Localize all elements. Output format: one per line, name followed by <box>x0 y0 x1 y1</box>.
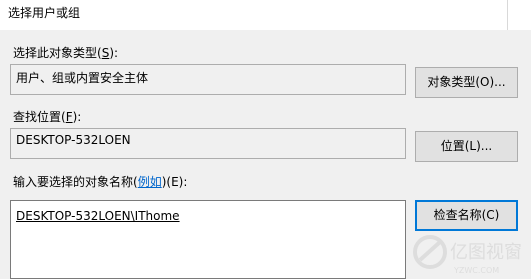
watermark-text: 亿图视窗 <box>450 242 522 263</box>
object-type-label-prefix: 选择此对象类型( <box>13 46 102 60</box>
location-label: 查找位置(F): <box>13 108 81 125</box>
object-types-button[interactable]: 对象类型(O)... <box>415 67 518 98</box>
location-label-key: F <box>65 110 73 124</box>
check-names-button[interactable]: 检查名称(C) <box>415 200 518 231</box>
title-bar: 选择用户或组 <box>0 0 531 30</box>
location-label-prefix: 查找位置( <box>13 110 66 124</box>
object-names-value: DESKTOP-532LOEN\IThome <box>16 209 180 223</box>
object-names-label-prefix: 输入要选择的对象名称( <box>13 175 138 189</box>
select-users-dialog: 选择用户或组 选择此对象类型(S): 用户、组或内置安全主体 对象类型(O)..… <box>0 0 531 279</box>
object-type-field: 用户、组或内置安全主体 <box>10 64 406 95</box>
object-names-input[interactable]: DESKTOP-532LOEN\IThome <box>10 200 406 279</box>
location-label-suffix: ): <box>72 110 82 124</box>
object-type-label-suffix: ): <box>109 46 119 60</box>
object-names-label-suffix: )(E): <box>161 175 188 189</box>
locations-button[interactable]: 位置(L)... <box>415 131 518 162</box>
location-field: DESKTOP-532LOEN <box>10 128 406 159</box>
examples-link[interactable]: 例如 <box>138 175 162 189</box>
object-type-label: 选择此对象类型(S): <box>13 44 118 61</box>
watermark-logo: 亿图视窗 YZWC.COM <box>413 235 522 275</box>
dialog-title: 选择用户或组 <box>8 6 81 20</box>
watermark-sub: YZWC.COM <box>453 266 499 275</box>
object-names-label: 输入要选择的对象名称(例如)(E): <box>13 173 187 190</box>
title-bar-edge <box>507 0 531 30</box>
